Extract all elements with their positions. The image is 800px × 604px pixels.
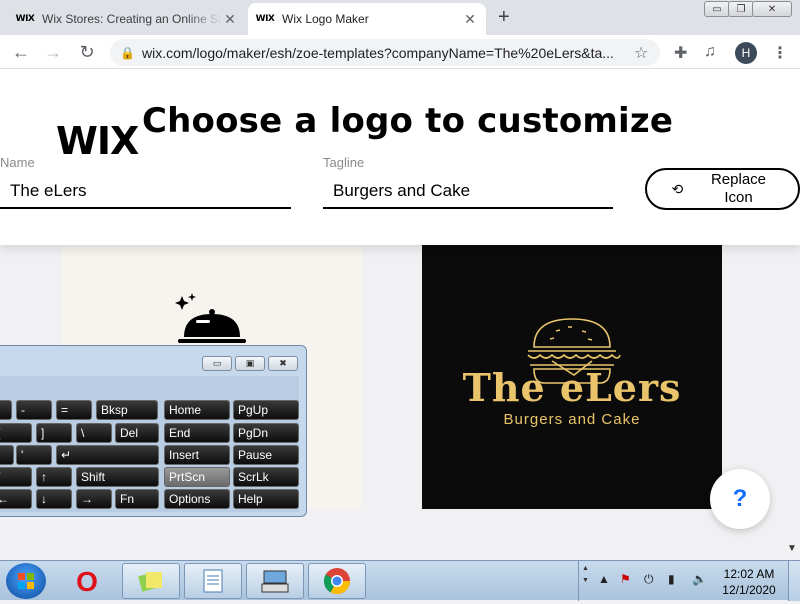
- osk-key-prtscn[interactable]: PrtScn: [164, 467, 230, 487]
- osk-key[interactable]: [0, 400, 12, 420]
- osk-key-down[interactable]: ↓: [36, 489, 72, 509]
- logo-brand-tagline: Burgers and Cake: [503, 411, 641, 428]
- cloche-icon: [175, 293, 246, 343]
- osk-key-open-bracket[interactable]: [: [0, 423, 32, 443]
- url-text: wix.com/logo/maker/esh/zoe-templates?com…: [142, 44, 614, 61]
- logo-template-card[interactable]: The eLers Burgers and Cake: [422, 245, 722, 509]
- start-button[interactable]: [6, 563, 46, 599]
- close-icon[interactable]: ✕: [222, 11, 238, 27]
- taskbar-app-chrome[interactable]: [308, 563, 366, 599]
- osk-key-fn[interactable]: Fn: [115, 489, 159, 509]
- refresh-icon: ⟲: [671, 180, 684, 197]
- osk-key-home[interactable]: Home: [164, 400, 230, 420]
- back-icon[interactable]: ←: [10, 41, 32, 63]
- osk-key-semicolon[interactable]: ;: [0, 445, 14, 465]
- tab-wix-logo-maker[interactable]: WIX Wix Logo Maker ✕: [248, 3, 486, 35]
- notepad-icon: [203, 569, 223, 593]
- osk-key-end[interactable]: End: [164, 423, 230, 443]
- close-icon[interactable]: ✕: [462, 11, 478, 27]
- menu-kebab-icon[interactable]: ⋮: [772, 43, 788, 63]
- help-button[interactable]: ?: [710, 469, 770, 529]
- taskbar: O ▲ ▼ ▲ ⚑ ⏻ ▮ 🔈 12:02 AM 12/1/2020: [0, 560, 800, 601]
- replace-icon-button[interactable]: ⟲ Replace Icon: [645, 168, 800, 210]
- osk-key-minus[interactable]: -: [16, 400, 52, 420]
- header-card: WIX Choose a logo to customize Name Tagl…: [0, 69, 800, 245]
- osk-key-del[interactable]: Del: [115, 423, 159, 443]
- tab-title: Wix Stores: Creating an Online Store: [42, 12, 222, 26]
- tagline-label: Tagline: [323, 155, 365, 170]
- action-center-icon[interactable]: ⚑: [620, 572, 631, 586]
- tab-strip: WIX Wix Stores: Creating an Online Store…: [0, 0, 800, 35]
- reload-icon[interactable]: ↻: [76, 41, 98, 63]
- window-close-button[interactable]: ✕: [752, 1, 792, 17]
- osk-key-pause[interactable]: Pause: [233, 445, 299, 465]
- tagline-field[interactable]: [323, 175, 613, 209]
- on-screen-keyboard: ▭ ▣ ✖ - = Bksp Home PgUp [ ] \ Del End P…: [0, 345, 307, 517]
- osk-key-area: - = Bksp Home PgUp [ ] \ Del End PgDn ; …: [0, 376, 299, 512]
- replace-icon-label: Replace Icon: [710, 171, 767, 206]
- volume-icon[interactable]: 🔈: [692, 572, 707, 586]
- extensions-icon[interactable]: ✚: [674, 43, 687, 63]
- wix-favicon-icon: WIX: [15, 14, 35, 24]
- chrome-icon: [323, 568, 351, 595]
- clock-time: 12:02 AM: [723, 567, 775, 581]
- minimize-button[interactable]: ▭: [704, 1, 730, 17]
- clock-date: 12/1/2020: [722, 583, 776, 597]
- osk-key-pgup[interactable]: PgUp: [233, 400, 299, 420]
- logo-brand-name: The eLers: [462, 365, 682, 410]
- taskbar-app-sticky-notes[interactable]: [122, 563, 180, 599]
- scroll-down-arrow[interactable]: ▼: [787, 543, 797, 554]
- address-bar[interactable]: 🔒 wix.com/logo/maker/esh/zoe-templates?c…: [110, 39, 660, 66]
- osk-key-scrlk[interactable]: ScrLk: [233, 467, 299, 487]
- power-icon[interactable]: ⏻: [644, 572, 654, 587]
- clock[interactable]: 12:02 AM 12/1/2020: [718, 566, 780, 598]
- osk-key-shift[interactable]: Shift: [76, 467, 159, 487]
- taskbar-app-notepad[interactable]: [184, 563, 242, 599]
- osk-key-right[interactable]: →: [76, 489, 112, 509]
- new-tab-button[interactable]: +: [498, 6, 510, 29]
- osk-key-left[interactable]: ←: [0, 489, 32, 509]
- network-icon[interactable]: ▮: [668, 572, 675, 586]
- show-hidden-icons-icon[interactable]: ▲: [598, 572, 610, 586]
- osk-minimize-button[interactable]: ▭: [202, 356, 232, 371]
- osk-key-quote[interactable]: ': [16, 445, 52, 465]
- name-label: Name: [0, 155, 35, 170]
- osk-key-slash[interactable]: /: [0, 467, 32, 487]
- osk-key-enter[interactable]: ↵: [56, 445, 159, 465]
- lock-icon: 🔒: [120, 45, 135, 60]
- avatar[interactable]: H: [735, 42, 757, 64]
- osk-key-bksp[interactable]: Bksp: [96, 400, 158, 420]
- osk-key-equals[interactable]: =: [56, 400, 92, 420]
- osk-key-backslash[interactable]: \: [76, 423, 112, 443]
- taskbar-app-keyboard[interactable]: [246, 563, 304, 599]
- bookmark-star-icon[interactable]: ☆: [634, 43, 660, 63]
- osk-key-up[interactable]: ↑: [36, 467, 72, 487]
- wix-logo[interactable]: WIX: [56, 119, 139, 163]
- osk-restore-button[interactable]: ▣: [235, 356, 265, 371]
- show-desktop-button[interactable]: [788, 561, 800, 601]
- media-icon[interactable]: ♫: [704, 43, 716, 61]
- osk-key-pgdn[interactable]: PgDn: [233, 423, 299, 443]
- opera-icon[interactable]: O: [72, 566, 102, 597]
- osk-key-help[interactable]: Help: [233, 489, 299, 509]
- forward-icon[interactable]: →: [42, 41, 64, 63]
- taskbar-scroll[interactable]: ▲ ▼: [578, 561, 592, 601]
- osk-key-options[interactable]: Options: [164, 489, 230, 509]
- sticky-notes-icon: [138, 572, 162, 592]
- osk-key-close-bracket[interactable]: ]: [36, 423, 72, 443]
- windows-logo-icon: [18, 573, 34, 589]
- osk-close-button[interactable]: ✖: [268, 356, 298, 371]
- wix-favicon-icon: WIX: [255, 14, 275, 24]
- page-title: Choose a logo to customize: [142, 101, 674, 141]
- name-field[interactable]: [0, 175, 291, 209]
- osk-key-insert[interactable]: Insert: [164, 445, 230, 465]
- restore-button[interactable]: ❐: [728, 1, 754, 17]
- tab-title: Wix Logo Maker: [282, 12, 369, 26]
- on-screen-keyboard-icon: [261, 570, 289, 593]
- browser-toolbar: ← → ↻ 🔒 wix.com/logo/maker/esh/zoe-templ…: [0, 35, 800, 69]
- tab-wix-stores[interactable]: WIX Wix Stores: Creating an Online Store…: [8, 3, 246, 35]
